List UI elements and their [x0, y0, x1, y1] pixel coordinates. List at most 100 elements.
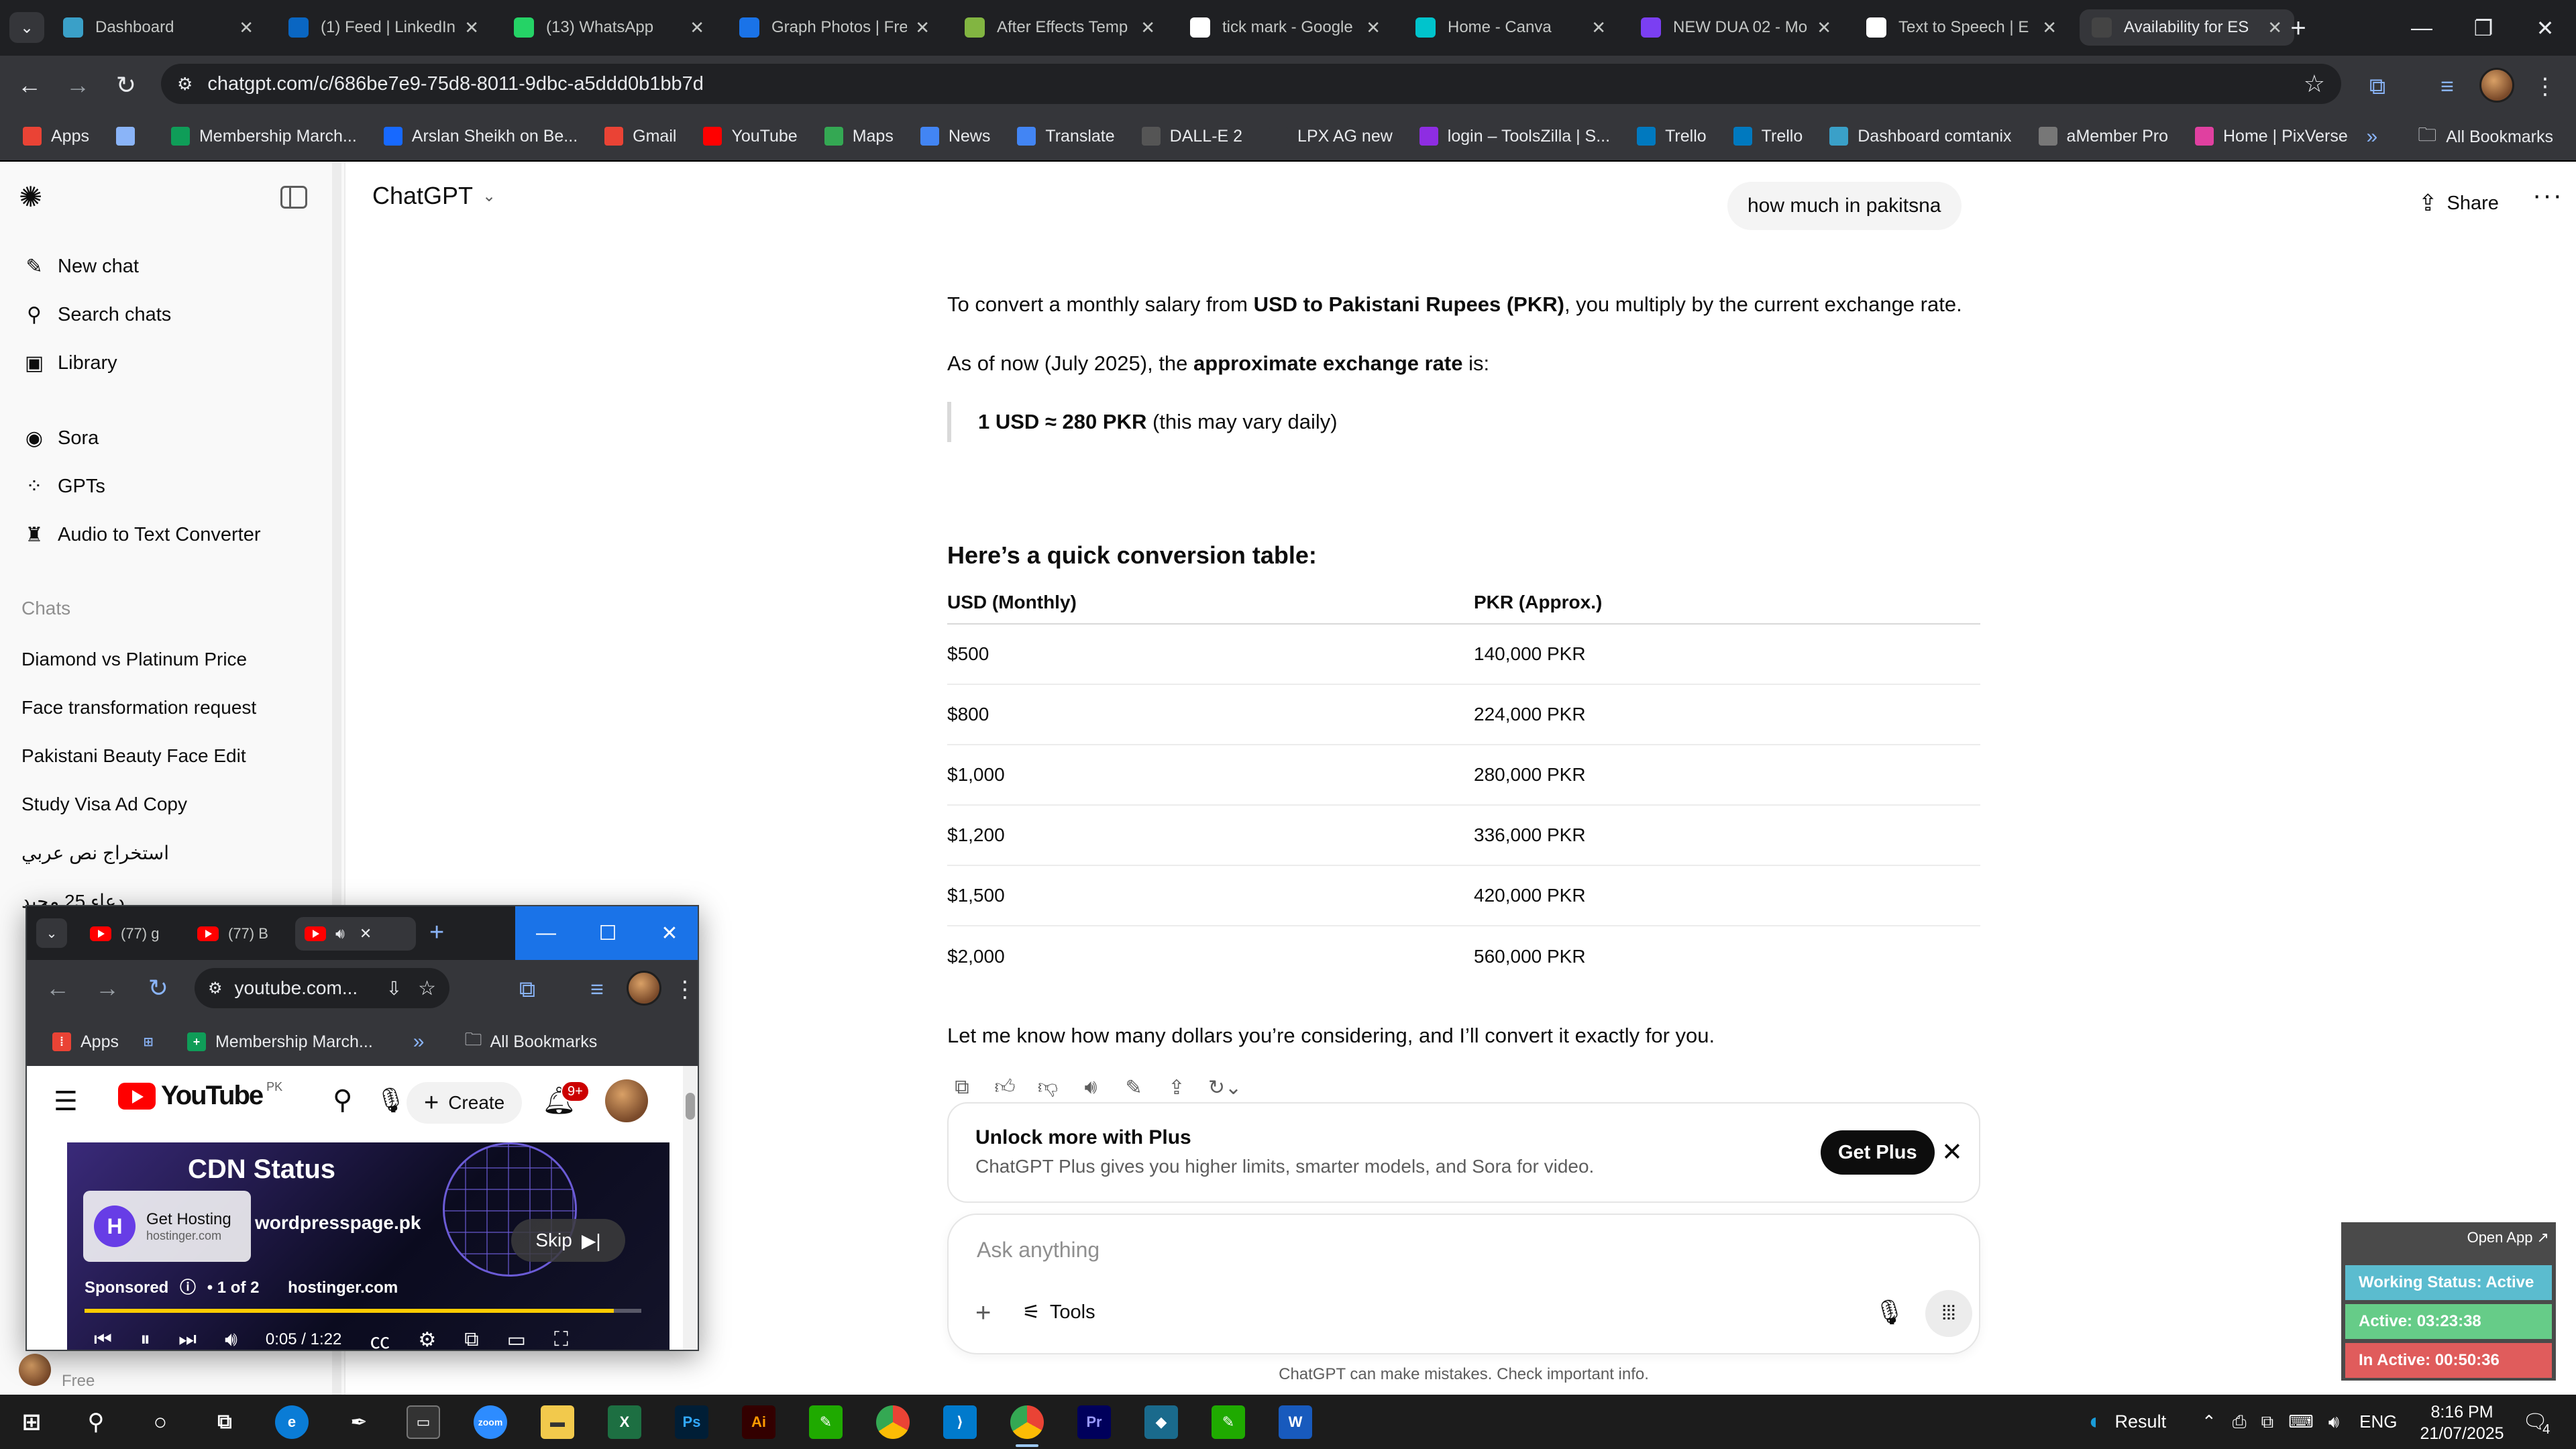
- browser-tab[interactable]: NEW DUA 02 - Mo ✕: [1629, 9, 1843, 46]
- fullscreen-icon[interactable]: ⛶: [554, 1328, 568, 1350]
- sidebar-item-new-chat[interactable]: ✎ New chat: [21, 246, 317, 286]
- browser-tab[interactable]: Text to Speech | E ✕: [1854, 9, 2069, 46]
- advertiser-card[interactable]: H Get Hosting hostinger.com: [83, 1191, 251, 1262]
- address-bar[interactable]: ⚙ chatgpt.com/c/686be7e9-75d8-8011-9dbc-…: [161, 64, 2341, 104]
- browser-tab[interactable]: (1) Feed | LinkedIn ✕: [276, 9, 491, 46]
- close-tab-icon[interactable]: ✕: [1366, 17, 1381, 38]
- skip-ad-button[interactable]: Skip ▶|: [511, 1219, 625, 1262]
- browser-tab[interactable]: tick mark - Google ✕: [1178, 9, 1393, 46]
- openai-logo-icon[interactable]: ✺: [19, 182, 50, 213]
- read-aloud-icon[interactable]: 🔊︎: [1076, 1073, 1106, 1102]
- bookmark-star-icon[interactable]: ☆: [418, 977, 436, 1000]
- volume-icon[interactable]: 🔊︎: [225, 1328, 237, 1350]
- close-tab-icon[interactable]: ✕: [2042, 17, 2057, 38]
- reload-button[interactable]: ↻: [109, 68, 144, 103]
- all-bookmarks[interactable]: 🗀 All Bookmarks: [464, 1027, 597, 1057]
- next-icon[interactable]: ⏭: [178, 1328, 197, 1350]
- new-tab-button[interactable]: +: [429, 918, 444, 947]
- media-controls-icon[interactable]: ≡: [581, 973, 613, 1006]
- browser-menu-icon[interactable]: ⋮: [2529, 70, 2561, 103]
- regenerate-icon[interactable]: ↻⌄: [1205, 1073, 1245, 1102]
- browser-tab[interactable]: (13) WhatsApp ✕: [502, 9, 716, 46]
- bookmark-star-icon[interactable]: ☆: [2304, 70, 2325, 98]
- reload-button[interactable]: ↻: [141, 971, 176, 1006]
- voice-mode-button[interactable]: ⦙⦙⦙: [1925, 1290, 1972, 1337]
- premiere-icon[interactable]: Pr: [1077, 1405, 1111, 1439]
- extensions-icon[interactable]: ⧉: [2361, 70, 2394, 103]
- more-bookmarks-chevron-icon[interactable]: »: [413, 1030, 425, 1053]
- media-icon[interactable]: ⧉: [2261, 1411, 2274, 1433]
- open-app-link[interactable]: Open App ↗: [2467, 1229, 2549, 1246]
- sidebar-item-audio-to-text[interactable]: ♜ Audio to Text Converter: [21, 515, 317, 555]
- network-icon[interactable]: ⌨: [2288, 1411, 2314, 1432]
- bookmark-item[interactable]: Gmail: [604, 127, 676, 146]
- yt-tab[interactable]: (77) g: [80, 917, 181, 951]
- restore-button[interactable]: ❐: [2453, 0, 2514, 56]
- previous-icon[interactable]: ⏮: [94, 1328, 112, 1350]
- new-tab-button[interactable]: +: [2282, 13, 2314, 43]
- get-plus-button[interactable]: Get Plus: [1821, 1130, 1935, 1175]
- profile-avatar[interactable]: [627, 971, 661, 1006]
- search-icon[interactable]: ⚲: [333, 1085, 352, 1116]
- sidebar-item-library[interactable]: ▣ Library: [21, 343, 317, 383]
- pause-icon[interactable]: ⏸: [140, 1328, 150, 1350]
- hamburger-menu-icon[interactable]: ☰: [54, 1086, 78, 1117]
- minimize-button[interactable]: —: [2391, 0, 2453, 56]
- excel-icon[interactable]: X: [608, 1405, 641, 1439]
- close-tab-icon[interactable]: ✕: [239, 17, 254, 38]
- extensions-icon[interactable]: ⧉: [511, 973, 543, 1006]
- youtube-logo[interactable]: YouTube PK: [118, 1080, 282, 1111]
- edit-in-canvas-icon[interactable]: ✎: [1119, 1073, 1148, 1102]
- theater-mode-icon[interactable]: ▭: [507, 1328, 526, 1350]
- app-blue-icon[interactable]: ◆: [1144, 1405, 1178, 1439]
- settings-gear-icon[interactable]: ⚙: [418, 1328, 436, 1350]
- sidebar-item-sora[interactable]: ◉ Sora: [21, 418, 317, 458]
- minimize-button[interactable]: —: [515, 906, 577, 960]
- all-bookmarks[interactable]: » 🗀 All Bookmarks: [2367, 112, 2553, 162]
- terminal-icon[interactable]: ▭: [407, 1405, 440, 1439]
- file-explorer-icon[interactable]: ▬: [541, 1405, 574, 1439]
- install-app-icon[interactable]: ⇩: [386, 977, 402, 1000]
- tab-search-button[interactable]: ⌄: [36, 918, 67, 948]
- chevron-up-icon[interactable]: ⌃: [2202, 1411, 2216, 1432]
- chat-history-item[interactable]: Pakistani Beauty Face Edit: [21, 736, 317, 776]
- app-green-2-icon[interactable]: ✎: [1212, 1405, 1245, 1439]
- share-button[interactable]: ⇪ Share: [2418, 183, 2499, 223]
- close-tab-icon[interactable]: ✕: [2267, 17, 2282, 38]
- tools-button[interactable]: ⚟ Tools: [1022, 1301, 1095, 1324]
- media-controls-icon[interactable]: ≡: [2431, 70, 2463, 103]
- bookmark-membership[interactable]: + Membership March...: [186, 1032, 373, 1052]
- video-progress-bar[interactable]: [85, 1309, 641, 1313]
- bookmark-item[interactable]: Arslan Sheikh on Be...: [383, 127, 578, 146]
- app-green-icon[interactable]: ✎: [809, 1405, 843, 1439]
- bookmark-tab-groups[interactable]: ⊞: [139, 1032, 167, 1051]
- browser-tab[interactable]: After Effects Temp ✕: [953, 9, 1167, 46]
- illustrator-icon[interactable]: Ai: [742, 1405, 775, 1439]
- maximize-button[interactable]: ☐: [577, 906, 639, 960]
- edge-icon[interactable]: e: [275, 1405, 309, 1439]
- avatar[interactable]: [605, 1079, 648, 1122]
- close-tab-icon[interactable]: ✕: [1591, 17, 1606, 38]
- word-icon[interactable]: W: [1279, 1405, 1312, 1439]
- microphone-icon[interactable]: 🎙︎: [1874, 1298, 1905, 1326]
- printer-icon[interactable]: ⎙: [2233, 1411, 2247, 1433]
- bookmark-item[interactable]: login – ToolsZilla | S...: [1419, 127, 1610, 146]
- chat-history-item[interactable]: Face transformation request: [21, 688, 317, 728]
- thumbs-down-icon[interactable]: 👎︎: [1033, 1073, 1063, 1102]
- back-button[interactable]: ←: [40, 971, 75, 1006]
- chrome-icon[interactable]: [876, 1405, 910, 1439]
- site-info-icon[interactable]: ⚙: [208, 979, 223, 998]
- chrome-active-icon[interactable]: [1010, 1405, 1044, 1447]
- sidebar-item-gpts[interactable]: ⁘ GPTs: [21, 466, 317, 506]
- chat-history-item[interactable]: Study Visa Ad Copy: [21, 784, 317, 824]
- sponsor-link[interactable]: hostinger.com: [288, 1279, 398, 1297]
- task-view-icon[interactable]: ⧉: [208, 1405, 241, 1439]
- system-clock[interactable]: 8:16 PM 21/07/2025: [2415, 1401, 2509, 1444]
- video-player[interactable]: CDN Status wordpresspage.pk H Get Hostin…: [67, 1142, 669, 1350]
- tab-search-button[interactable]: ⌄: [9, 12, 44, 43]
- chat-history-item[interactable]: استخراج نص عربي: [21, 833, 317, 873]
- close-tab-icon[interactable]: ✕: [915, 17, 930, 38]
- bookmark-item[interactable]: [115, 127, 144, 146]
- message-composer[interactable]: Ask anything + ⚟ Tools 🎙︎ ⦙⦙⦙: [947, 1214, 1980, 1354]
- profile-avatar[interactable]: [2479, 68, 2514, 103]
